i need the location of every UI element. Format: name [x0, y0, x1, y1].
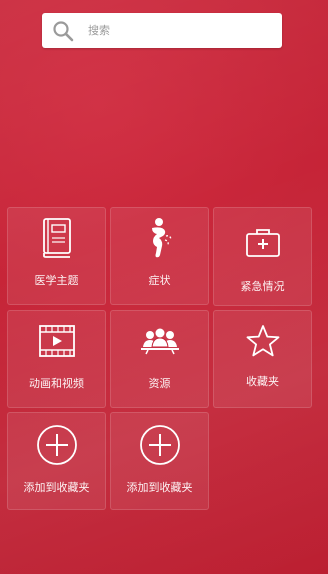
tile-label: 资源	[148, 377, 171, 390]
symptom-body-icon	[138, 216, 182, 260]
star-icon	[241, 319, 285, 363]
plus-circle-icon	[35, 423, 79, 467]
plus-circle-icon	[138, 423, 182, 467]
tile-label: 收藏夹	[246, 375, 279, 388]
tile-add-favorite-2[interactable]: 添加到收藏夹	[110, 412, 209, 510]
search-bar[interactable]	[42, 13, 282, 48]
tile-medical-topics[interactable]: 医学主题	[7, 207, 106, 305]
first-aid-kit-icon	[241, 221, 285, 265]
book-icon	[35, 216, 79, 260]
tile-label: 症状	[148, 274, 171, 287]
tile-label: 添加到收藏夹	[23, 481, 90, 494]
video-film-icon	[35, 319, 79, 363]
tile-label: 医学主题	[34, 274, 79, 287]
tile-resources[interactable]: 资源	[110, 310, 209, 408]
search-input[interactable]	[86, 17, 282, 44]
tile-label: 紧急情况	[240, 280, 285, 293]
tile-favorites[interactable]: 收藏夹	[213, 310, 312, 408]
tile-label: 添加到收藏夹	[126, 481, 193, 494]
tile-add-favorite-1[interactable]: 添加到收藏夹	[7, 412, 106, 510]
people-group-icon	[138, 319, 182, 363]
tile-symptoms[interactable]: 症状	[110, 207, 209, 305]
tile-label: 动画和视频	[29, 377, 84, 390]
tile-emergencies[interactable]: 紧急情况	[213, 207, 312, 306]
tile-animations-videos[interactable]: 动画和视频	[7, 310, 106, 408]
search-icon	[51, 19, 75, 43]
